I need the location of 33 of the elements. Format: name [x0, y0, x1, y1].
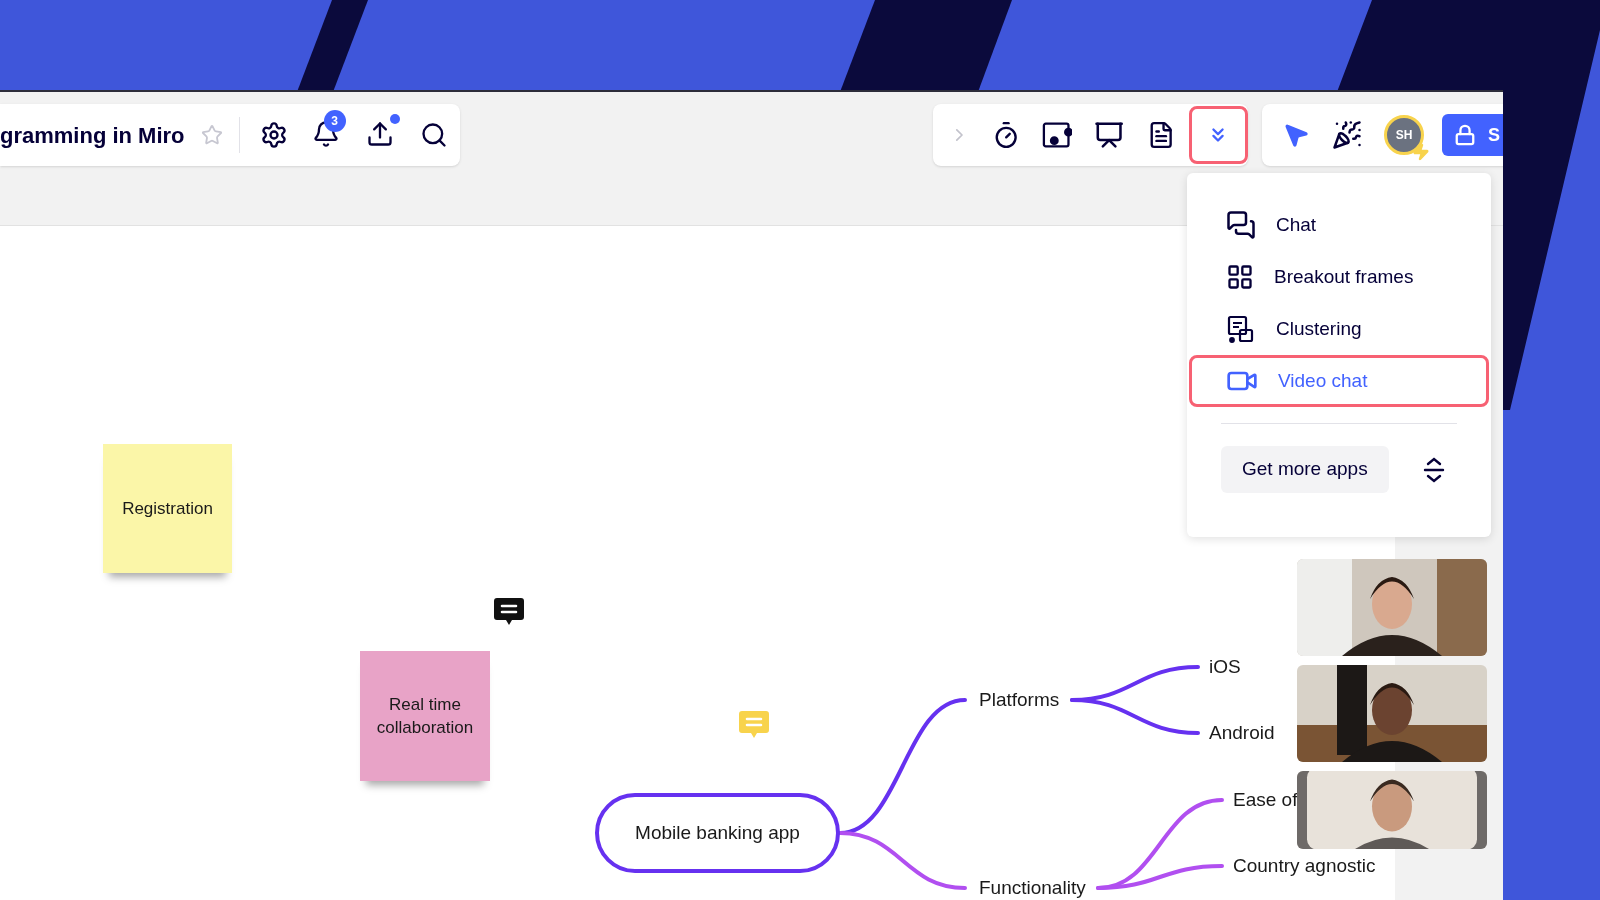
- more-apps-button[interactable]: [1189, 106, 1248, 164]
- sticky-note[interactable]: Registration: [103, 444, 232, 573]
- menu-item[interactable]: Breakout frames: [1189, 251, 1489, 303]
- mind-map-node[interactable]: Platforms: [979, 688, 1060, 712]
- star-icon[interactable]: [200, 124, 223, 146]
- settings-icon[interactable]: [259, 121, 288, 149]
- chat-icon: [1226, 210, 1256, 240]
- grid-icon: [1226, 263, 1254, 291]
- mind-map-node[interactable]: Ease of: [1233, 788, 1298, 812]
- mind-map-node[interactable]: Android: [1209, 721, 1275, 745]
- menu-item[interactable]: Clustering: [1189, 303, 1489, 355]
- get-more-apps-button[interactable]: Get more apps: [1221, 446, 1389, 493]
- presentation-icon[interactable]: [1094, 119, 1125, 151]
- expand-collapse-icon[interactable]: [1422, 455, 1445, 484]
- lock-icon: [1454, 124, 1476, 146]
- comment-icon[interactable]: [493, 597, 525, 627]
- mind-map-node[interactable]: Functionality: [979, 876, 1086, 900]
- menu-item[interactable]: Video chat: [1189, 355, 1489, 407]
- user-avatar[interactable]: SH: [1384, 115, 1424, 155]
- party-popper-icon[interactable]: [1332, 120, 1362, 150]
- board-title[interactable]: gramming in Miro: [0, 118, 185, 152]
- clustering-icon: [1226, 314, 1256, 344]
- mind-map-node[interactable]: iOS: [1209, 655, 1241, 679]
- upload-icon[interactable]: [365, 120, 394, 148]
- sticky-note[interactable]: Real time collaboration: [360, 651, 490, 781]
- mind-map-root[interactable]: Mobile banking app: [595, 793, 840, 873]
- share-button[interactable]: S: [1442, 114, 1503, 156]
- mind-map-node[interactable]: Country agnostic: [1233, 854, 1376, 878]
- notification-badge: 3: [323, 110, 346, 132]
- lightning-icon: [1412, 143, 1430, 161]
- search-icon[interactable]: [419, 121, 448, 149]
- menu-item[interactable]: Chat: [1189, 199, 1489, 251]
- card-icon[interactable]: [1042, 120, 1073, 150]
